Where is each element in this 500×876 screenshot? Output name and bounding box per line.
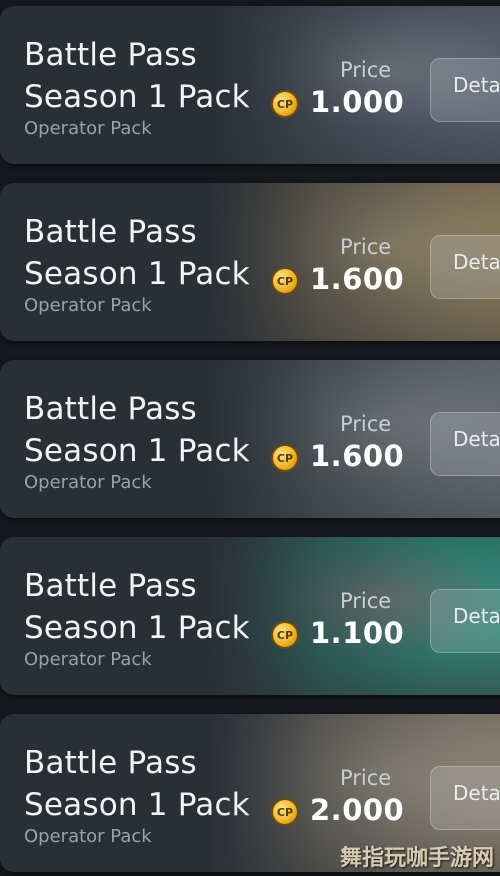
pack-subtitle: Operator Pack: [24, 118, 152, 139]
price-label: Price: [340, 589, 392, 613]
cp-coin-icon: CP: [271, 444, 299, 472]
cp-coin-icon: CP: [271, 621, 299, 649]
pack-card[interactable]: Battle Pass Season 1 Pack Operator Pack …: [0, 360, 500, 518]
price-label: Price: [340, 766, 392, 790]
details-button[interactable]: Deta: [430, 235, 500, 299]
pack-subtitle: Operator Pack: [24, 649, 152, 670]
pack-title: Battle Pass Season 1 Pack: [24, 568, 250, 646]
cp-coin-icon: CP: [271, 798, 299, 826]
site-watermark: 舞指玩咖手游网: [339, 846, 494, 871]
price-value: 1.600: [310, 262, 405, 296]
price-value: 2.000: [310, 793, 405, 827]
pack-card[interactable]: Battle Pass Season 1 Pack Operator Pack …: [0, 537, 500, 695]
details-button[interactable]: Deta: [430, 412, 500, 476]
price-value: 1.600: [310, 439, 405, 473]
pack-subtitle: Operator Pack: [24, 826, 152, 847]
details-button[interactable]: Deta: [430, 58, 500, 122]
price-label: Price: [340, 58, 392, 82]
pack-subtitle: Operator Pack: [24, 295, 152, 316]
pack-card[interactable]: Battle Pass Season 1 Pack Operator Pack …: [0, 6, 500, 164]
pack-title: Battle Pass Season 1 Pack: [24, 391, 250, 469]
pack-list: Battle Pass Season 1 Pack Operator Pack …: [0, 0, 500, 876]
price-value: 1.000: [310, 85, 405, 119]
cp-coin-icon: CP: [271, 267, 299, 295]
price-label: Price: [340, 412, 392, 436]
price-value: 1.100: [310, 616, 405, 650]
pack-title: Battle Pass Season 1 Pack: [24, 37, 250, 115]
price-label: Price: [340, 235, 392, 259]
pack-card[interactable]: Battle Pass Season 1 Pack Operator Pack …: [0, 183, 500, 341]
details-button[interactable]: Deta: [430, 766, 500, 830]
pack-title: Battle Pass Season 1 Pack: [24, 214, 250, 292]
details-button[interactable]: Deta: [430, 589, 500, 653]
pack-subtitle: Operator Pack: [24, 472, 152, 493]
pack-title: Battle Pass Season 1 Pack: [24, 745, 250, 823]
cp-coin-icon: CP: [271, 90, 299, 118]
